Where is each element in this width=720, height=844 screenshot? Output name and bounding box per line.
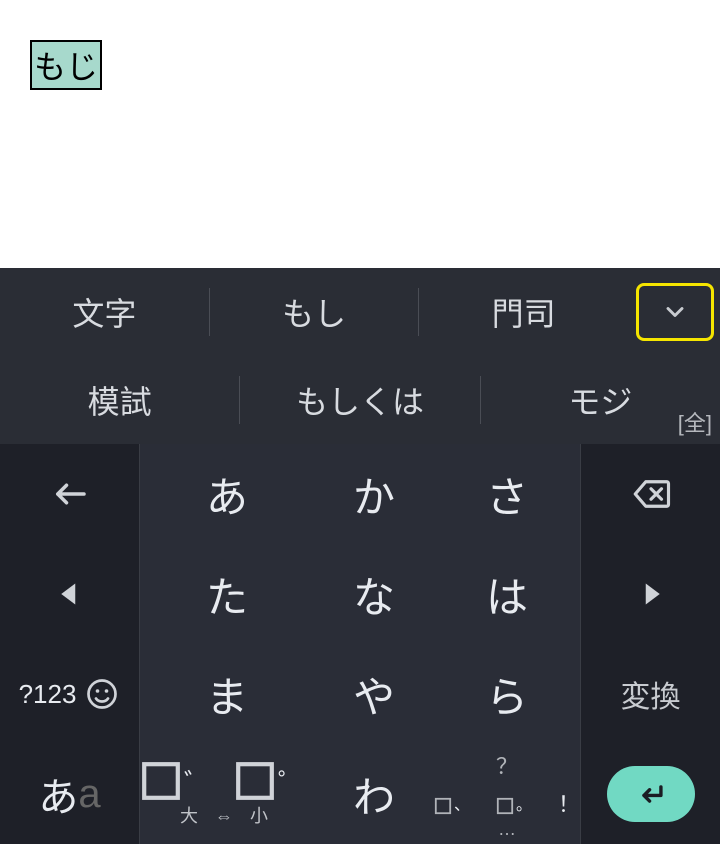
suggestion-item[interactable]: 文字 bbox=[0, 289, 209, 335]
ime-keyboard: 文字 もし 門司 模試 もしくは モジ [全] あ か さ bbox=[0, 268, 720, 844]
key-a[interactable]: あ bbox=[140, 444, 314, 544]
key-sa[interactable]: さ bbox=[434, 444, 580, 544]
text-input-area[interactable]: もじ bbox=[0, 0, 720, 258]
key-ra[interactable]: ら bbox=[434, 644, 580, 744]
undo-key[interactable] bbox=[0, 444, 140, 544]
key-ya[interactable]: や bbox=[314, 644, 434, 744]
punct-period: 。 bbox=[516, 791, 532, 815]
size-dakuten-key[interactable]: ゛ ゜ 大 ⇔ 小 bbox=[140, 744, 314, 844]
lang-secondary: a bbox=[78, 772, 100, 817]
symbols-label: ?123 bbox=[19, 679, 77, 710]
undo-arrow-icon bbox=[49, 473, 91, 515]
henkan-key[interactable]: 変換 bbox=[580, 644, 720, 744]
chevron-down-icon bbox=[661, 298, 689, 326]
handakuten-mark: ゜ bbox=[278, 763, 314, 800]
dakuten-mark: ゛ bbox=[184, 763, 220, 800]
emoji-icon bbox=[84, 676, 120, 712]
suggestion-item[interactable]: 門司 bbox=[419, 289, 628, 335]
key-ma[interactable]: ま bbox=[140, 644, 314, 744]
dakuten-marks: ゛ ゜ bbox=[140, 760, 314, 802]
cursor-left-key[interactable] bbox=[0, 544, 140, 644]
key-ta[interactable]: た bbox=[140, 544, 314, 644]
suggestion-row-2: 模試 もしくは モジ [全] bbox=[0, 356, 720, 444]
key-ka[interactable]: か bbox=[314, 444, 434, 544]
box-icon bbox=[234, 760, 276, 802]
punct-exclaim: ！ bbox=[558, 787, 580, 819]
suggestion-bar: 文字 もし 門司 模試 もしくは モジ [全] bbox=[0, 268, 720, 444]
size-label: 大 ⇔ 小 bbox=[180, 802, 274, 828]
cursor-right-key[interactable] bbox=[580, 544, 720, 644]
punct-question: ？ bbox=[496, 749, 518, 781]
language-switch-key[interactable]: あa bbox=[0, 744, 140, 844]
punct-top: ？ bbox=[496, 749, 518, 781]
punct-comma: 、 bbox=[454, 791, 470, 815]
triangle-left-icon bbox=[49, 573, 91, 615]
backspace-key[interactable] bbox=[580, 444, 720, 544]
collapse-suggestions-button[interactable] bbox=[636, 283, 714, 341]
key-grid: あ か さ た な は ?123 ま や ら 変換 あa bbox=[0, 444, 720, 844]
enter-key[interactable] bbox=[580, 744, 720, 844]
box-icon bbox=[496, 797, 514, 815]
lang-primary: あ bbox=[38, 765, 78, 823]
box-icon bbox=[140, 760, 182, 802]
backspace-icon bbox=[630, 473, 672, 515]
punctuation-key[interactable]: ？ 、 。 ！ … bbox=[434, 744, 580, 844]
input-mode-indicator: [全] bbox=[678, 406, 712, 438]
key-wa[interactable]: わ bbox=[314, 744, 434, 844]
suggestion-item[interactable]: 模試 bbox=[0, 377, 239, 423]
enter-pill bbox=[607, 766, 695, 822]
enter-icon bbox=[634, 777, 668, 811]
punct-dots: … bbox=[498, 819, 516, 840]
punct-bot: 、 。 ！ bbox=[434, 787, 580, 819]
key-ha[interactable]: は bbox=[434, 544, 580, 644]
suggestion-row-1: 文字 もし 門司 bbox=[0, 268, 720, 356]
symbols-key[interactable]: ?123 bbox=[0, 644, 140, 744]
triangle-right-icon bbox=[630, 573, 672, 615]
composing-text: もじ bbox=[30, 40, 102, 90]
box-icon bbox=[434, 797, 452, 815]
suggestion-item[interactable]: もしくは bbox=[240, 377, 479, 423]
key-na[interactable]: な bbox=[314, 544, 434, 644]
suggestion-item[interactable]: もし bbox=[210, 289, 419, 335]
